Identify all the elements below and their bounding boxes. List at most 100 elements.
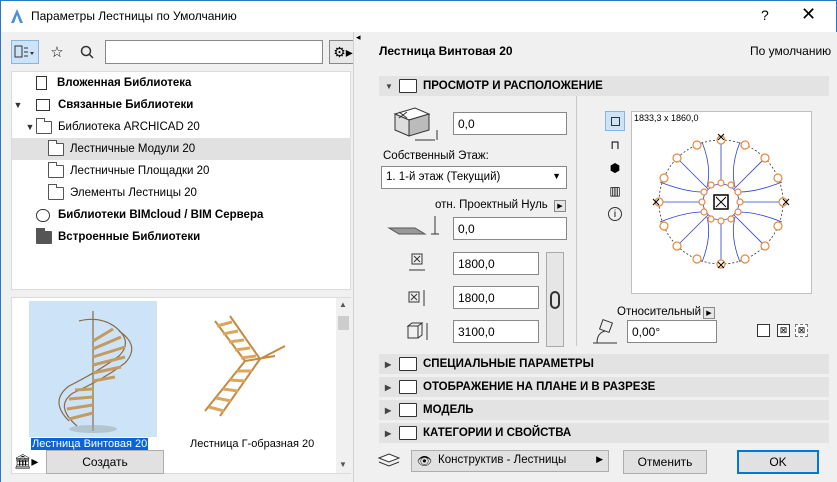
tree-item-linked[interactable]: ▼ Связанные Библиотеки xyxy=(12,94,351,116)
library-manager-icon[interactable]: 🏛▸ xyxy=(13,450,39,472)
archicad-icon xyxy=(11,9,23,23)
home-story-label: Собственный Этаж: xyxy=(383,150,489,162)
mirror-alt-checkbox[interactable]: ⊠ xyxy=(795,324,808,337)
spiral-stair-image xyxy=(58,311,133,433)
mirror-none-checkbox[interactable] xyxy=(757,324,770,337)
relative-to-label: отн. Проектный Нуль xyxy=(435,199,548,211)
plan-view-button[interactable] xyxy=(605,111,625,131)
preview-scrollbar[interactable]: ▲ ▼ xyxy=(336,298,351,473)
chair-icon: ⊓ xyxy=(610,138,620,152)
mirror-checkbox[interactable]: ⊠ xyxy=(777,324,790,337)
height-icon xyxy=(406,322,428,340)
create-button[interactable]: Создать xyxy=(46,450,164,474)
scroll-up-icon[interactable]: ▲ xyxy=(339,300,347,309)
film-view-button[interactable]: ▥ xyxy=(605,181,625,201)
cancel-button[interactable]: Отменить xyxy=(623,450,707,474)
plan-section-icon xyxy=(399,380,417,394)
folder-view-icon[interactable] xyxy=(11,40,39,64)
chevron-right-icon: ▶ xyxy=(385,405,392,415)
chevron-right-icon: ▶ xyxy=(385,428,392,438)
angle-field[interactable]: 0,00° xyxy=(627,320,717,343)
l-stair-image xyxy=(204,315,286,417)
section-special[interactable]: ▶ СПЕЦИАЛЬНЫЕ ПАРАМЕТРЫ xyxy=(379,354,829,374)
tree-item-stair-elements[interactable]: Элементы Лестницы 20 xyxy=(12,182,351,204)
width-y-icon xyxy=(408,290,425,306)
ok-button[interactable]: OK xyxy=(737,450,819,474)
eye-icon: 👁 xyxy=(417,454,433,468)
info-button[interactable]: i xyxy=(605,204,625,224)
help-button[interactable]: ? xyxy=(761,7,769,23)
tree-item-archicad-library[interactable]: ▼ Библиотека ARCHICAD 20 xyxy=(12,116,351,138)
layer-dropdown[interactable]: 👁 Конструктив - Лестницы ▶ xyxy=(411,450,609,472)
pane-splitter[interactable]: ◂ xyxy=(353,32,363,482)
top-offset-field[interactable]: 0,0 xyxy=(453,112,567,135)
object-title: Лестница Винтовая 20 xyxy=(379,44,513,58)
placement-icon xyxy=(399,79,417,93)
library-pane: ☆ ⚙▸ Вложенная Библиотека ▼ Связанные Би… xyxy=(1,32,363,482)
chevron-right-icon: ▶ xyxy=(385,382,392,392)
section-view-button[interactable]: ⊓ xyxy=(605,135,625,155)
width-x-icon xyxy=(409,253,425,271)
link-dimensions-button[interactable] xyxy=(546,252,564,347)
tree-item-bimcloud[interactable]: Библиотеки BIMcloud / BIM Сервера xyxy=(12,204,351,226)
scroll-thumb[interactable] xyxy=(338,316,349,330)
preview-label-spiral[interactable]: Лестница Винтовая 20 xyxy=(31,438,149,450)
tree-item-stair-modules[interactable]: Лестничные Модули 20 xyxy=(12,138,351,160)
default-label: По умолчанию xyxy=(750,44,832,58)
window-title: Параметры Лестницы по Умолчанию xyxy=(31,9,237,23)
chevron-right-icon: ▶ xyxy=(385,359,392,369)
relative-menu-button[interactable]: ▶ xyxy=(703,307,715,319)
tree-item-embedded[interactable]: Вложенная Библиотека xyxy=(12,72,351,94)
base-offset-field[interactable]: 0,0 xyxy=(453,217,567,240)
special-params-icon xyxy=(399,357,417,371)
favorites-star-icon[interactable]: ☆ xyxy=(43,40,71,64)
relative-to-menu-button[interactable]: ▶ xyxy=(554,200,566,212)
chevron-down-icon: ▼ xyxy=(552,171,561,181)
settings-pane: Лестница Винтовая 20 По умолчанию ▼ ПРОС… xyxy=(363,32,837,482)
plan-preview: 1833,3 x 1860,0 xyxy=(631,111,812,294)
collapse-icon[interactable]: ◂ xyxy=(356,32,361,43)
3d-view-button[interactable]: ⬢ xyxy=(605,158,625,178)
info-icon: i xyxy=(608,207,622,221)
preview-label-l-stair[interactable]: Лестница Г-образная 20 xyxy=(190,438,314,450)
folder-icon xyxy=(48,183,64,200)
section-model[interactable]: ▶ МОДЕЛЬ xyxy=(379,400,829,420)
square-icon xyxy=(610,116,620,126)
section-placement[interactable]: ▼ ПРОСМОТР И РАСПОЛОЖЕНИЕ xyxy=(379,76,829,96)
spiral-plan-drawing xyxy=(652,133,790,269)
base-offset-icon xyxy=(387,216,439,235)
film-icon: ▥ xyxy=(609,184,621,198)
title-bar: Параметры Лестницы по Умолчанию ? ✕ xyxy=(1,1,836,32)
chain-link-icon xyxy=(550,291,560,309)
plan-dimensions: 1833,3 x 1860,0 xyxy=(634,113,699,123)
library-preview-grid: Лестница Винтовая 20 Лестница Г-образная… xyxy=(11,297,351,474)
preview-l-stair[interactable] xyxy=(175,301,303,437)
width-y-field[interactable]: 1800,0 xyxy=(453,286,539,309)
chevron-right-icon: ▶ xyxy=(596,454,603,464)
folder-icon xyxy=(48,161,64,178)
dialog-window: Параметры Лестницы по Умолчанию ? ✕ ☆ ⚙▸… xyxy=(0,0,837,482)
scroll-down-icon[interactable]: ▼ xyxy=(339,460,347,469)
chevron-down-icon: ▼ xyxy=(385,81,393,91)
top-offset-icon xyxy=(393,107,438,141)
library-tree: Вложенная Библиотека ▼ Связанные Библиот… xyxy=(11,71,351,290)
chevron-down-icon[interactable]: ▼ xyxy=(12,100,24,110)
search-input[interactable] xyxy=(105,40,323,64)
home-story-dropdown[interactable]: 1. 1-й этаж (Текущий) ▼ xyxy=(381,166,567,189)
section-categories[interactable]: ▶ КАТЕГОРИИ И СВОЙСТВА xyxy=(379,423,829,443)
preview-spiral-stair[interactable] xyxy=(29,301,157,437)
width-x-field[interactable]: 1800,0 xyxy=(453,252,539,275)
divider xyxy=(576,96,577,346)
height-field[interactable]: 3100,0 xyxy=(453,320,539,343)
folder-icon xyxy=(36,117,52,134)
builtin-folder-icon xyxy=(36,227,52,244)
layer-icon xyxy=(377,453,401,467)
chevron-down-icon[interactable]: ▼ xyxy=(24,122,36,132)
folder-icon xyxy=(48,139,64,156)
search-icon[interactable] xyxy=(73,40,101,64)
tree-item-builtin[interactable]: Встроенные Библиотеки xyxy=(12,226,351,248)
tree-item-stair-landings[interactable]: Лестничные Площадки 20 xyxy=(12,160,351,182)
embedded-library-icon xyxy=(36,76,47,90)
section-plan-section[interactable]: ▶ ОТОБРАЖЕНИЕ НА ПЛАНЕ И В РАЗРЕЗЕ xyxy=(379,377,829,397)
close-button[interactable]: ✕ xyxy=(801,4,816,25)
